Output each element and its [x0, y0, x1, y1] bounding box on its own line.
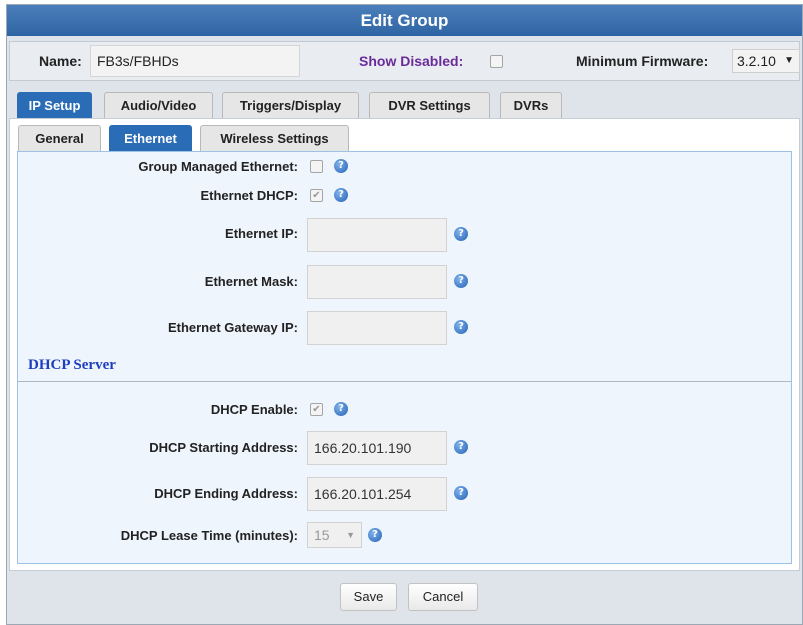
help-icon[interactable]: ?	[454, 227, 468, 241]
dhcp-lease-time-label: DHCP Lease Time (minutes):	[120, 528, 298, 543]
help-icon[interactable]: ?	[454, 320, 468, 334]
section-divider	[18, 381, 791, 382]
group-managed-ethernet-label: Group Managed Ethernet:	[138, 159, 298, 174]
help-icon[interactable]: ?	[454, 274, 468, 288]
ip-setup-panel: General Ethernet Wireless Settings Group…	[9, 118, 800, 571]
ethernet-mask-input[interactable]	[307, 265, 447, 299]
help-icon[interactable]: ?	[334, 402, 348, 416]
dhcp-ending-address-label: DHCP Ending Address:	[154, 486, 298, 501]
group-header-bar: Name: Show Disabled: Minimum Firmware: 3…	[9, 41, 800, 81]
help-icon[interactable]: ?	[454, 440, 468, 454]
ethernet-dhcp-label: Ethernet DHCP:	[200, 188, 298, 203]
ethernet-gateway-label: Ethernet Gateway IP:	[167, 320, 298, 335]
ethernet-settings-panel: Group Managed Ethernet: ? Ethernet DHCP:…	[17, 151, 792, 564]
tab-ethernet[interactable]: Ethernet	[109, 125, 192, 151]
chevron-down-icon: ▼	[784, 55, 794, 66]
dhcp-ending-address-input[interactable]: 166.20.101.254	[307, 477, 447, 511]
ethernet-mask-label: Ethernet Mask:	[204, 274, 298, 289]
tab-dvr-settings[interactable]: DVR Settings	[369, 92, 490, 118]
help-icon[interactable]: ?	[334, 159, 348, 173]
minimum-firmware-select[interactable]: 3.2.10 ▼	[732, 49, 800, 73]
tab-dvrs[interactable]: DVRs	[500, 92, 562, 118]
save-button[interactable]: Save	[340, 583, 397, 611]
ethernet-gateway-input[interactable]	[307, 311, 447, 345]
name-label: Name:	[39, 53, 82, 69]
tab-triggers-display[interactable]: Triggers/Display	[222, 92, 359, 118]
group-managed-ethernet-checkbox[interactable]	[310, 160, 323, 173]
help-icon[interactable]: ?	[368, 528, 382, 542]
group-name-input[interactable]	[90, 45, 300, 77]
show-disabled-checkbox[interactable]	[490, 55, 503, 68]
dhcp-server-heading: DHCP Server	[28, 357, 116, 373]
dhcp-enable-label: DHCP Enable:	[210, 402, 298, 417]
ethernet-dhcp-checkbox[interactable]: ✔	[310, 189, 323, 202]
dhcp-lease-time-select[interactable]: 15 ▼	[307, 522, 362, 548]
tab-general[interactable]: General	[18, 125, 101, 151]
tab-wireless-settings[interactable]: Wireless Settings	[200, 125, 349, 151]
show-disabled-label: Show Disabled:	[359, 53, 464, 69]
cancel-button[interactable]: Cancel	[408, 583, 478, 611]
dhcp-lease-time-value: 15	[314, 527, 330, 543]
help-icon[interactable]: ?	[454, 486, 468, 500]
dhcp-starting-address-input[interactable]: 166.20.101.190	[307, 431, 447, 465]
dhcp-starting-address-label: DHCP Starting Address:	[149, 440, 298, 455]
minimum-firmware-label: Minimum Firmware:	[576, 53, 709, 69]
tab-ip-setup[interactable]: IP Setup	[17, 92, 92, 118]
ethernet-ip-input[interactable]	[307, 218, 447, 252]
dhcp-enable-checkbox[interactable]: ✔	[310, 403, 323, 416]
tab-audio-video[interactable]: Audio/Video	[104, 92, 213, 118]
minimum-firmware-value: 3.2.10	[737, 53, 776, 69]
chevron-down-icon: ▼	[346, 530, 355, 540]
edit-group-dialog: Edit Group Name: Show Disabled: Minimum …	[6, 4, 803, 625]
ethernet-ip-label: Ethernet IP:	[225, 226, 298, 241]
dialog-title: Edit Group	[7, 5, 802, 36]
help-icon[interactable]: ?	[334, 188, 348, 202]
